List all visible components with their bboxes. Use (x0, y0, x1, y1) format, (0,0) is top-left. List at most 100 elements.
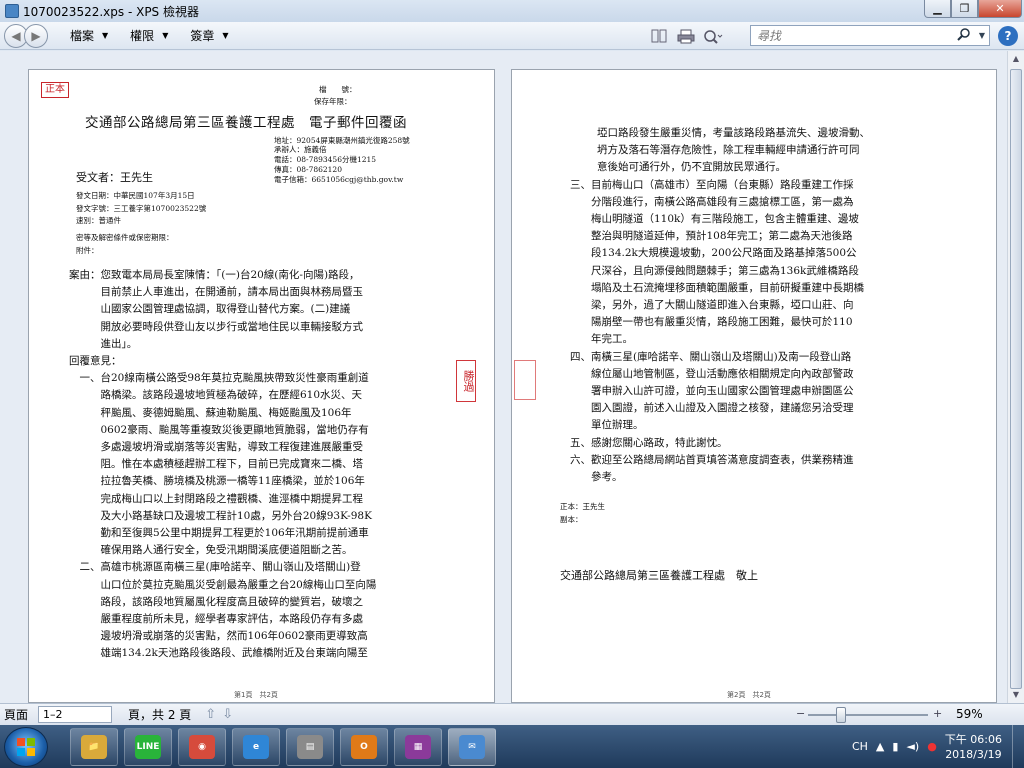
tray-expand-icon[interactable]: ▲ (876, 740, 884, 753)
zoom-icon[interactable] (702, 26, 724, 46)
body-line: 陽崩壁一帶也有嚴重災情，路段施工困難，最快可於110 (570, 316, 853, 329)
antivirus-icon[interactable]: ● (927, 740, 937, 753)
document-page-1: 正本 檔 號： 保存年限： 交通部公路總局第三區養護工程處 電子郵件回覆函 地址… (28, 69, 495, 703)
body-line: 秤颱風、麥德姆颱風、蘇迪勒颱風、梅姬颱風及106年 (69, 406, 352, 419)
xps-app-icon (5, 4, 19, 18)
taskbar-winrar-button[interactable]: ▦ (394, 727, 442, 766)
clock[interactable]: 下午 06:06 2018/3/19 (945, 732, 1002, 762)
print-icon[interactable] (675, 26, 697, 46)
line-icon: LINE (135, 734, 161, 759)
body-line: 阻。惟在本處積極趕辦工程下，目前已完成寶來二橋、塔 (69, 458, 363, 471)
forward-button[interactable]: ▶ (24, 23, 48, 48)
show-desktop-button[interactable] (1012, 725, 1024, 768)
toolbar: ◀ ▶ 檔案 ▼ 權限 ▼ 簽章 ▼ 尋找 ▼ ? (0, 22, 1024, 50)
body-line: 雄端134.2k天池路段後路段、武維橋附近及台東端向陽至 (69, 647, 368, 660)
taskbar-xps-viewer-button[interactable]: ✉ (448, 727, 496, 766)
search-icon[interactable] (953, 27, 975, 44)
zoom-level: 59% (956, 707, 983, 721)
zoom-slider-thumb[interactable] (836, 707, 846, 723)
body-line: 進出」。 (69, 337, 138, 350)
language-indicator[interactable]: CH (852, 740, 868, 753)
body-line: 分階段進行，南橫公路高雄段有三處搶標工區，第一處為 (570, 195, 854, 208)
body-line: 六、歡迎至公路總局網站首頁填答滿意度調查表，供業務精進 (570, 453, 854, 466)
previous-page-icon[interactable]: ⇧ (205, 707, 216, 722)
page2-number: 第2頁 共2頁 (727, 691, 771, 699)
doc-number-line: 發文字號：三工養字第1070023522號 (76, 204, 207, 213)
body-line: 完成梅山口以上封閉路段之禮觀橋、進涇橋中期提昇工程 (69, 492, 363, 505)
scroll-up-icon[interactable]: ▲ (1008, 51, 1024, 67)
vertical-scrollbar[interactable]: ▲ ▼ (1007, 51, 1024, 703)
page-count-label: 頁，共 2 頁 (128, 708, 192, 722)
body-line: 一、台20線南橫公路受98年莫拉克颱風挾帶致災性豪雨重創道 (69, 372, 369, 385)
menu-bar: 檔案 ▼ 權限 ▼ 簽章 ▼ (70, 27, 251, 44)
body-line: 勤和至復興5公里中期提昇工程更於106年汛期前提前通車 (69, 527, 369, 539)
scroll-down-icon[interactable]: ▼ (1008, 687, 1024, 703)
reading-view-icon[interactable] (648, 26, 670, 46)
body-line: 參考。 (570, 471, 623, 483)
network-icon[interactable]: ▮ (892, 740, 898, 753)
menu-signatures[interactable]: 簽章 ▼ (190, 27, 228, 44)
body-line: 多處邊坡坍滑或崩落等災害點，導致工程復建進展嚴重受 (69, 441, 363, 453)
email-line: 電子信箱：6651056cgj@thb.gov.tw (274, 175, 404, 184)
body-line: 目前禁止人車進出，在開通前，請本局出面與林務局暨玉 (69, 286, 363, 299)
cc-main-line: 正本：王先生 (560, 502, 605, 511)
zoom-slider-track[interactable] (808, 714, 928, 716)
menu-file[interactable]: 檔案 ▼ (70, 27, 108, 44)
taskbar-ie-button[interactable]: e (232, 727, 280, 766)
volume-icon[interactable]: ◄) (906, 740, 919, 753)
body-line: 及大小路基缺口及邊坡工程計10處，另外台20線93K-98K (69, 509, 372, 522)
search-box[interactable]: 尋找 ▼ (750, 25, 990, 46)
window-title: 1070023522.xps - XPS 檢視器 (23, 4, 199, 19)
body-line: 線位屬山地管制區，登山活動應依相關規定向內政部警政 (570, 367, 854, 380)
xps-viewer-window: 1070023522.xps - XPS 檢視器 ▁ ❐ ✕ ◀ ▶ 檔案 ▼ 權… (0, 0, 1024, 768)
date-line: 發文日期：中華民國107年3月15日 (76, 191, 195, 200)
cc-copy-line: 副本： (560, 515, 583, 524)
attachment-line: 附件： (76, 246, 99, 255)
recipient-line: 受文者：王先生 (76, 171, 153, 184)
title-bar: 1070023522.xps - XPS 檢視器 ▁ ❐ ✕ (0, 0, 1024, 22)
zoom-in-icon[interactable]: + (933, 707, 942, 720)
page-label: 頁面 (4, 708, 29, 722)
body-line: 塌陷及土石流掩埋移面積範圍嚴重，目前研擬重建中長期橋 (570, 281, 864, 294)
page-number-input[interactable]: 1–2 (38, 706, 113, 723)
body-line: 路橋梁。該路段邊坡地質極為破碎，在歷經610水災、天 (69, 389, 363, 402)
body-line: 段134.2k大規模邊坡動，200公尺路面及路基掉落500公 (570, 247, 857, 260)
search-dropdown-icon[interactable]: ▼ (975, 31, 989, 40)
body-line: 開放必要時段供登山友以步行或當地住民以車輛接駁方式 (69, 320, 363, 333)
search-input[interactable]: 尋找 (757, 27, 953, 44)
menu-permissions[interactable]: 權限 ▼ (130, 27, 168, 44)
body-line: 回覆意見： (69, 355, 122, 367)
start-button[interactable] (4, 726, 48, 767)
zoom-out-icon[interactable]: − (796, 707, 805, 720)
maximize-button[interactable]: ❐ (951, 0, 978, 18)
taskbar-line-button[interactable]: LINE (124, 727, 172, 766)
body-line: 確保用路人通行安全，免受汛期間溪底便道阻斷之苦。 (69, 544, 353, 557)
minimize-button[interactable]: ▁ (924, 0, 951, 18)
page1-number: 第1頁 共2頁 (234, 691, 278, 699)
menu-file-label: 檔案 (70, 29, 95, 43)
next-page-icon[interactable]: ⇩ (222, 707, 233, 722)
body-line: 三、目前梅山口（高雄市）至向陽（台東縣）路段重建工作採 (570, 178, 854, 191)
body-line: 埡口路段發生嚴重災情，考量該路段路基流失、邊坡滑動、 (597, 127, 870, 139)
taskbar: 📁 LINE ◉ e ▤ O ▦ ✉ CH ▲ ▮ ◄) ● 下午 06:06 2018/3/… (0, 725, 1024, 768)
scroll-thumb[interactable] (1010, 69, 1022, 689)
xps-viewer-icon: ✉ (459, 734, 485, 759)
body-line: 四、南橫三星(庫哈諾辛、關山嶺山及塔關山)及南一段登山路 (570, 350, 852, 363)
help-button[interactable]: ? (998, 26, 1018, 46)
close-button[interactable]: ✕ (978, 0, 1022, 18)
body-line: 拉拉魯芙橋、勝境橋及桃源一橋等11座橋梁，並於106年 (69, 475, 365, 488)
taskbar-chrome-button[interactable]: ◉ (178, 727, 226, 766)
original-copy-stamp: 正本 (41, 82, 69, 98)
outlook-icon: O (351, 734, 377, 759)
phone-line: 電話：08-7893456分機1215 (274, 155, 377, 164)
taskbar-explorer-button[interactable]: 📁 (70, 727, 118, 766)
body-line: 園入園證，前述入山證及入園證之核發，建議您另洽受理 (570, 402, 854, 415)
fax-line: 傳真：08-7862120 (274, 165, 342, 174)
taskbar-outlook-button[interactable]: O (340, 727, 388, 766)
body-line: 山口位於莫拉克颱風災受創最為嚴重之台20線梅山口至向陽 (69, 578, 377, 591)
ie-icon: e (243, 734, 269, 759)
menu-signatures-label: 簽章 (190, 29, 215, 43)
explorer-icon: 📁 (81, 734, 107, 759)
taskbar-scanner-button[interactable]: ▤ (286, 727, 334, 766)
signature-line: 交通部公路總局第三區養護工程處 敬上 (560, 569, 758, 582)
